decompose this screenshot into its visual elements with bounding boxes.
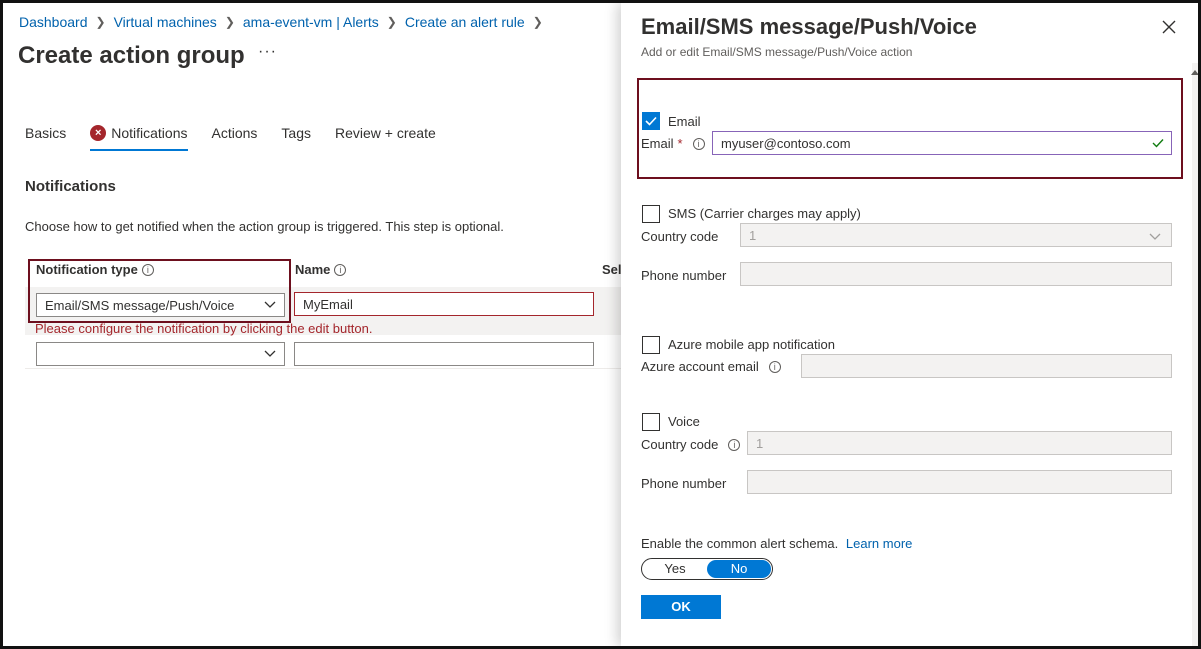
chevron-right-icon: ❯ [224, 15, 235, 29]
schema-label-text: Enable the common alert schema. [641, 536, 839, 551]
common-alert-schema-label: Enable the common alert schema. Learn mo… [641, 536, 912, 551]
sms-checkbox-label: SMS (Carrier charges may apply) [668, 206, 861, 221]
voice-checkbox-label: Voice [668, 414, 700, 429]
breadcrumb-create-alert-rule[interactable]: Create an alert rule [405, 14, 525, 30]
tab-label: Basics [25, 125, 67, 141]
chevron-right-icon: ❯ [532, 15, 543, 29]
voice-country-code-label: Country code i [641, 437, 741, 452]
notification-name-input-empty[interactable] [294, 342, 594, 366]
tab-label: Tags [281, 125, 311, 141]
page-title: Create action group [18, 42, 245, 69]
learn-more-link[interactable]: Learn more [846, 536, 912, 551]
close-icon[interactable] [1161, 19, 1177, 35]
panel-scrollbar[interactable] [1192, 63, 1198, 646]
field-label-text: Country code [641, 437, 719, 452]
info-icon[interactable]: i [768, 360, 781, 373]
breadcrumb-dashboard[interactable]: Dashboard [19, 14, 88, 30]
sms-phone-number-input[interactable] [740, 262, 1172, 286]
ok-button[interactable]: OK [641, 595, 721, 619]
tab-label: Actions [211, 125, 258, 141]
error-icon: × [90, 125, 107, 141]
tab-bar: Basics × Notifications Actions Tags Revi… [25, 125, 460, 151]
validation-error-message: Please configure the notification by cli… [35, 321, 373, 336]
sms-country-code-label: Country code [641, 229, 719, 244]
chevron-down-icon [1149, 233, 1161, 240]
chevron-down-icon [264, 350, 276, 357]
notification-name-input[interactable]: MyEmail [294, 292, 594, 316]
azure-account-email-label: Azure account email i [641, 359, 781, 374]
divider [25, 368, 621, 369]
chevron-right-icon: ❯ [95, 15, 106, 29]
tab-tags[interactable]: Tags [281, 125, 311, 151]
info-icon[interactable]: i [334, 263, 347, 276]
tab-actions[interactable]: Actions [212, 125, 258, 151]
section-title: Notifications [25, 178, 116, 195]
chevron-right-icon: ❯ [386, 15, 397, 29]
voice-phone-number-input[interactable] [747, 470, 1172, 494]
voice-phone-number-label: Phone number [641, 476, 727, 491]
column-label: Name [295, 262, 331, 277]
field-label-text: Azure account email [641, 359, 759, 374]
input-value: MyEmail [303, 296, 353, 312]
column-header-name: Name i [295, 262, 347, 277]
sms-phone-number-label: Phone number [641, 268, 727, 283]
panel-title: Email/SMS message/Push/Voice [641, 14, 977, 39]
tab-notifications[interactable]: × Notifications [90, 125, 188, 151]
highlight-box [637, 78, 1183, 179]
common-alert-schema-toggle[interactable]: Yes No [641, 558, 773, 580]
toggle-no[interactable]: No [707, 560, 771, 578]
info-icon[interactable]: i [728, 438, 741, 451]
select-value: 1 [749, 227, 757, 243]
section-description: Choose how to get notified when the acti… [25, 219, 504, 234]
push-checkbox-label: Azure mobile app notification [668, 337, 835, 352]
more-options-icon[interactable]: ··· [258, 43, 277, 61]
scroll-up-icon[interactable] [1189, 67, 1201, 77]
tab-label: Review + create [335, 125, 436, 141]
screenshot-frame: Dashboard ❯ Virtual machines ❯ ama-event… [0, 0, 1201, 649]
breadcrumb-vm-alerts[interactable]: ama-event-vm | Alerts [243, 14, 379, 30]
voice-country-code-input[interactable]: 1 [747, 431, 1172, 455]
input-value: 1 [756, 435, 764, 451]
tab-basics[interactable]: Basics [25, 125, 66, 151]
sms-checkbox[interactable] [642, 205, 660, 223]
create-action-group-page: Dashboard ❯ Virtual machines ❯ ama-event… [3, 3, 629, 646]
azure-account-email-input[interactable] [801, 354, 1172, 378]
notification-type-select-empty[interactable] [36, 342, 285, 366]
breadcrumb: Dashboard ❯ Virtual machines ❯ ama-event… [19, 14, 551, 30]
voice-checkbox[interactable] [642, 413, 660, 431]
tab-label: Notifications [111, 125, 188, 141]
highlight-box [28, 259, 291, 323]
tab-review-create[interactable]: Review + create [335, 125, 436, 151]
toggle-yes[interactable]: Yes [643, 560, 707, 578]
breadcrumb-virtual-machines[interactable]: Virtual machines [114, 14, 217, 30]
sms-country-code-select[interactable]: 1 [740, 223, 1172, 247]
push-checkbox[interactable] [642, 336, 660, 354]
email-sms-push-voice-panel: Email/SMS message/Push/Voice Add or edit… [621, 3, 1198, 646]
panel-subtitle: Add or edit Email/SMS message/Push/Voice… [641, 45, 913, 59]
